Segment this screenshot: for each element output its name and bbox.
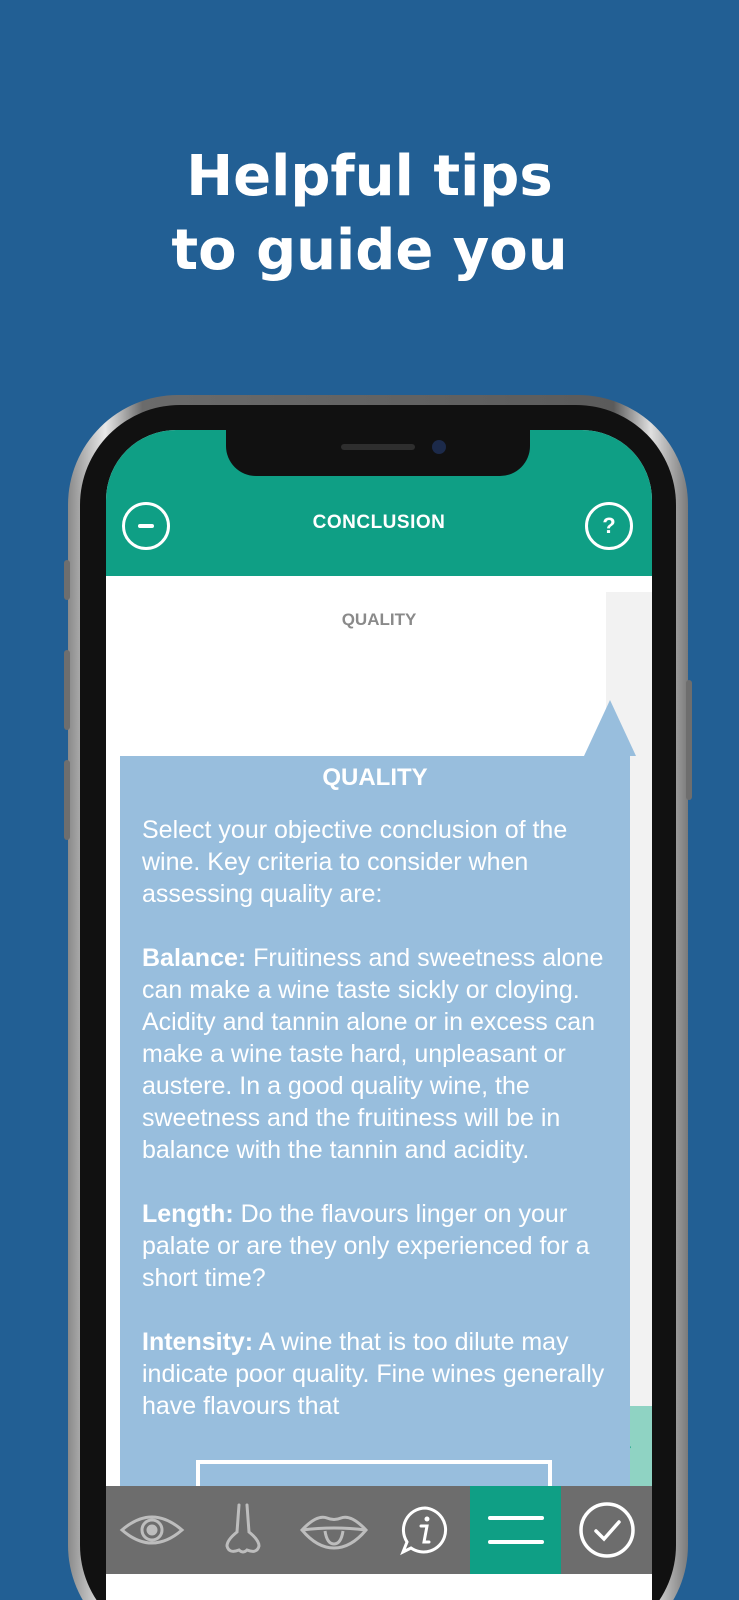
criterion-balance: Balance: Fruitiness and sweetness alone …: [142, 942, 612, 1166]
nav-item-conclusion[interactable]: [470, 1486, 561, 1574]
tooltip-body[interactable]: Select your objective conclusion of the …: [142, 814, 612, 1430]
page-title: CONCLUSION: [312, 512, 446, 533]
home-indicator-area: [106, 1574, 652, 1600]
nav-item-confirm[interactable]: [561, 1486, 652, 1574]
criterion-length: Length: Do the flavours linger on your p…: [142, 1198, 612, 1294]
tooltip-pointer: [584, 700, 636, 756]
phone-notch: [226, 430, 530, 476]
eye-icon: [119, 1515, 184, 1545]
tooltip-intro: Select your objective conclusion of the …: [142, 816, 568, 908]
speaker-grille: [341, 444, 415, 450]
phone-volume-up: [64, 650, 70, 730]
bottom-nav: [106, 1486, 652, 1574]
nose-icon: [224, 1503, 261, 1554]
criterion-term: Balance:: [142, 944, 247, 972]
nav-item-nose[interactable]: [197, 1486, 288, 1574]
help-icon: ?: [602, 513, 616, 538]
check-circle-icon: [578, 1502, 635, 1558]
phone-power-button: [686, 680, 692, 800]
nav-item-sight[interactable]: [106, 1486, 197, 1574]
phone-mute-switch: [64, 560, 70, 600]
help-button[interactable]: ?: [585, 502, 633, 550]
headline-line-1: Helpful tips: [186, 144, 553, 209]
criterion-text: Fruitiness and sweetness alone can make …: [142, 944, 604, 1164]
headline-line-2: to guide you: [171, 218, 568, 283]
front-camera: [432, 440, 446, 454]
section-title: QUALITY: [341, 610, 417, 629]
phone-screen: CONCLUSION ? QUALITY › QUALITY Select yo…: [106, 430, 652, 1600]
info-bubble-icon: [399, 1506, 447, 1556]
tooltip-title: QUALITY: [322, 764, 428, 791]
criterion-term: Intensity:: [142, 1328, 254, 1356]
menu-icon: [487, 1516, 544, 1544]
promo-headline: Helpful tips to guide you: [0, 140, 739, 288]
main-content: QUALITY › QUALITY Select your objective …: [106, 576, 652, 1564]
criterion-intensity: Intensity: A wine that is too dilute may…: [142, 1326, 612, 1422]
nav-item-info[interactable]: [379, 1486, 470, 1574]
criterion-term: Length:: [142, 1200, 234, 1228]
lips-icon: [299, 1515, 368, 1550]
nav-item-palate[interactable]: [288, 1486, 379, 1574]
help-tooltip: QUALITY Select your objective conclusion…: [120, 756, 630, 1564]
phone-volume-down: [64, 760, 70, 840]
